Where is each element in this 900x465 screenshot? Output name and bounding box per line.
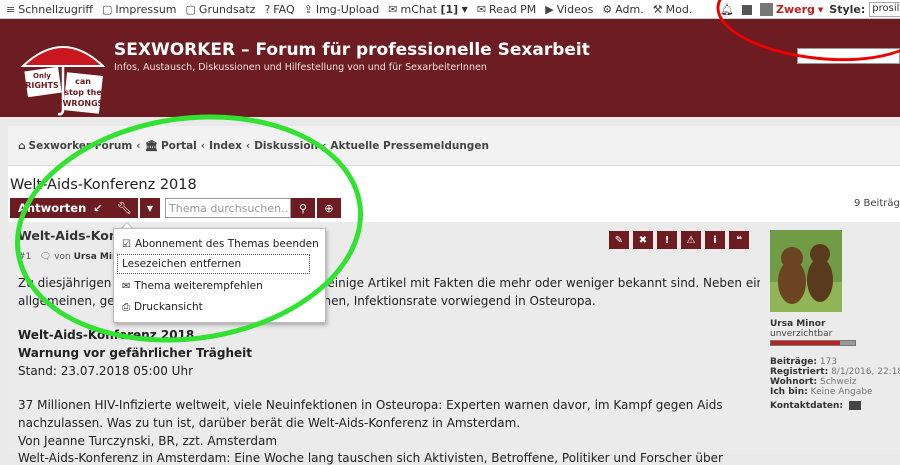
impressum-link[interactable]: ▢ Impressum	[102, 3, 177, 16]
svg-text:can: can	[75, 77, 91, 86]
svg-text:stop the: stop the	[64, 88, 102, 97]
mail-icon: ✉	[476, 2, 487, 16]
post-text-line: Stand: 23.07.2018 05:00 Uhr	[18, 364, 193, 378]
chat-icon: ✉	[388, 2, 398, 16]
quote-button[interactable]: ❝	[729, 231, 749, 249]
delete-button[interactable]: ✖	[633, 231, 653, 249]
site-title[interactable]: SEXWORKER – Forum für professionelle Sex…	[114, 40, 590, 60]
post-count: 9 Beiträge	[854, 198, 900, 209]
exclamation-icon: !	[664, 234, 670, 246]
profile-stat: Ich bin: Keine Angabe	[770, 387, 873, 397]
site-logo[interactable]: Only RIGHTS can stop the WRONGS	[20, 36, 106, 116]
svg-text:RIGHTS: RIGHTS	[25, 81, 59, 90]
videos-link[interactable]: ▶ Videos	[545, 3, 593, 16]
svg-text:Only: Only	[33, 72, 51, 80]
cogs-icon: ⚙	[602, 2, 613, 16]
info-icon: i	[713, 234, 717, 246]
mcp-link[interactable]: ⚒ Mod.	[653, 3, 693, 16]
svg-text:WRONGS: WRONGS	[63, 99, 104, 108]
info-button[interactable]: i	[705, 231, 725, 249]
quicklinks-menu[interactable]: ≡ Schnellzugriff	[6, 3, 93, 16]
post-text-line: Von Jeanne Turczynski, BR, zzt. Amsterda…	[18, 434, 278, 448]
report-button[interactable]: !	[657, 231, 677, 249]
profile-name[interactable]: Ursa Minor	[770, 319, 825, 329]
profile-stat: Wohnort: Schweiz	[770, 377, 857, 387]
acp-link[interactable]: ⚙ Adm.	[602, 3, 643, 16]
rank-bar-fill	[771, 341, 840, 345]
close-icon: ✖	[638, 234, 648, 246]
avatar[interactable]	[770, 230, 842, 312]
profile-contact: Kontaktdaten:	[770, 401, 861, 411]
pencil-icon: ✎	[614, 234, 624, 246]
home-icon: ⌂	[18, 139, 26, 152]
breadcrumb-item[interactable]: Aktuelle Pressemeldungen	[330, 140, 489, 152]
warn-button[interactable]: ⚠	[681, 231, 701, 249]
profile-stat: Registriert: 8/1/2016, 22:18	[770, 367, 900, 377]
mchat-link[interactable]: ✉ mChat [1] ▼	[388, 3, 468, 16]
faq-link[interactable]: ? FAQ	[264, 3, 294, 16]
bear-cubs-image	[770, 230, 842, 312]
upload-icon: ⇪	[303, 2, 313, 16]
edit-button[interactable]: ✎	[609, 231, 629, 249]
read-pm-link[interactable]: ✉ Read PM	[477, 3, 536, 16]
question-icon: ?	[264, 2, 271, 16]
warning-icon: ⚠	[686, 234, 696, 246]
menu-icon: ≡	[6, 2, 16, 16]
grundsatz-link[interactable]: ▢ Grundsatz	[186, 3, 256, 16]
rank-bar	[770, 340, 856, 346]
profile-rank: unverzichtbar	[770, 329, 833, 339]
post-text-heading: Warnung vor gefährlicher Trägheit	[18, 346, 253, 360]
contact-icon[interactable]	[848, 401, 861, 410]
document-icon: ▢	[185, 2, 196, 16]
profile-stat: Beiträge: 173	[770, 357, 838, 367]
site-description: Infos, Austausch, Diskussionen und Hilfe…	[114, 62, 487, 73]
post-text-line: nachzulassen. Was zu tun ist, darüber be…	[18, 416, 521, 430]
caret-down-icon: ▼	[461, 4, 468, 14]
post-text-line: Welt-Aids-Konferenz in Amsterdam: Eine W…	[18, 451, 723, 465]
document-icon: ▢	[101, 2, 113, 16]
quote-icon: ❝	[736, 234, 742, 246]
img-upload-link[interactable]: ⇪ Img-Upload	[304, 3, 380, 16]
post-text-line: 37 Millionen HIV-Infizierte weltweit, vi…	[18, 398, 723, 412]
video-icon: ▶	[545, 2, 554, 16]
gavel-icon: ⚒	[652, 2, 663, 16]
